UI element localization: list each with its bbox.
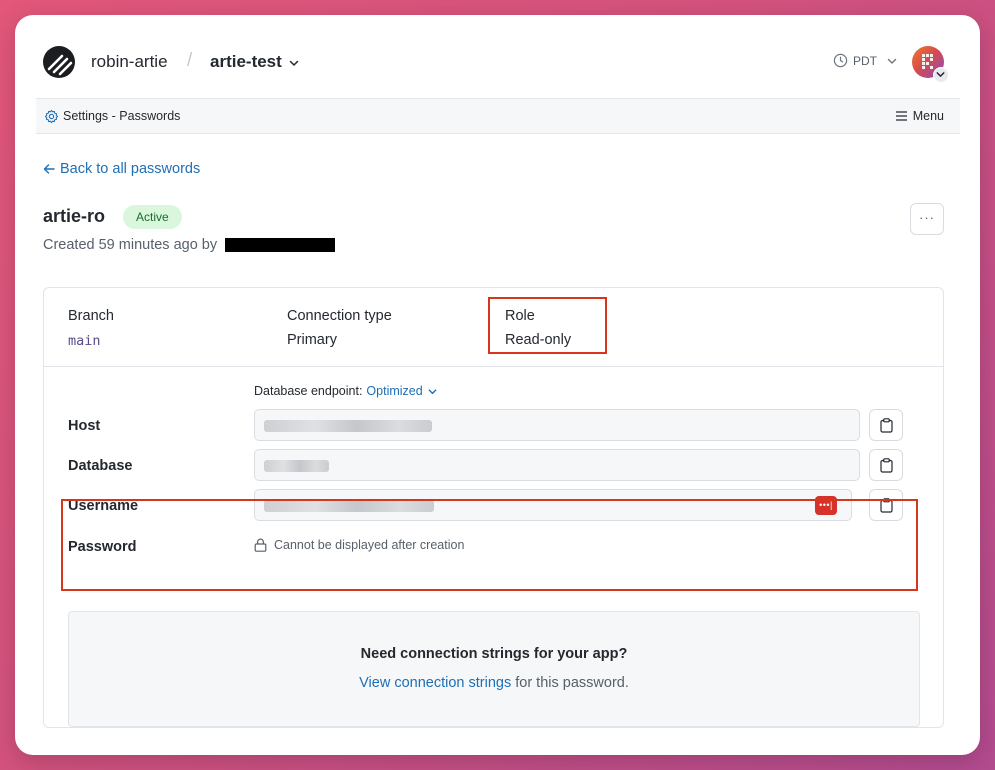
chevron-down-icon [428,388,437,394]
branch-label: Branch [68,308,114,324]
connection-strings-callout: Need connection strings for your app? Vi… [68,611,920,727]
copy-database-button[interactable] [869,449,903,481]
redacted-author [225,238,335,252]
chevron-down-icon [936,72,945,77]
account-menu-badge[interactable] [933,67,949,83]
credentials-highlight-box [61,499,918,591]
database-label: Database [68,458,133,474]
menu-label: Menu [912,109,944,123]
app-window: robin-artie / artie-test PDT Settings - … [15,15,980,755]
endpoint-label: Database endpoint: [254,384,363,398]
breadcrumb-separator: / [187,50,193,71]
database-field[interactable] [254,449,860,481]
clipboard-icon [880,458,893,473]
blurred-database-value [264,460,329,472]
callout-title: Need connection strings for your app? [360,646,628,662]
clock-icon [833,53,848,68]
endpoint-value: Optimized [366,384,423,398]
view-connection-strings-link[interactable]: View connection strings [359,675,511,691]
callout-suffix: for this password. [511,675,629,691]
created-info: Created 59 minutes ago by [43,237,218,253]
password-details-card: Branch main Connection type Primary Role… [43,287,944,728]
status-badge: Active [123,205,182,229]
top-header: robin-artie / artie-test PDT [15,15,980,98]
back-link-label: Back to all passwords [60,161,201,177]
org-switcher[interactable]: robin-artie [91,52,168,72]
branch-value: main [68,333,101,349]
database-endpoint: Database endpoint: Optimized [254,384,438,398]
arrow-left-icon [43,164,55,174]
more-options-button[interactable]: ··· [910,203,944,235]
settings-subbar: Settings - Passwords Menu [36,98,960,134]
gear-icon [44,109,59,124]
project-switcher[interactable]: artie-test [210,52,282,72]
connection-type-value: Primary [287,332,337,348]
page-title: artie-ro [43,206,106,226]
connection-type-label: Connection type [287,308,392,324]
host-field[interactable] [254,409,860,441]
hamburger-icon [895,111,907,121]
timezone-label: PDT [853,53,877,68]
back-to-passwords-link[interactable]: Back to all passwords [43,161,200,177]
endpoint-selector[interactable]: Optimized [366,384,437,398]
host-label: Host [68,418,101,434]
chevron-down-icon[interactable] [288,57,300,69]
role-highlight-box [488,297,607,354]
logo-icon[interactable] [43,46,75,78]
chevron-down-icon [887,58,897,64]
callout-text: View connection strings for this passwor… [69,675,919,691]
clipboard-icon [880,418,893,433]
menu-button[interactable]: Menu [895,109,944,123]
blurred-host-value [264,420,432,432]
summary-row: Branch main Connection type Primary Role… [44,288,943,367]
copy-host-button[interactable] [869,409,903,441]
page-breadcrumb: Settings - Passwords [63,109,181,123]
timezone-selector[interactable]: PDT [833,53,898,68]
